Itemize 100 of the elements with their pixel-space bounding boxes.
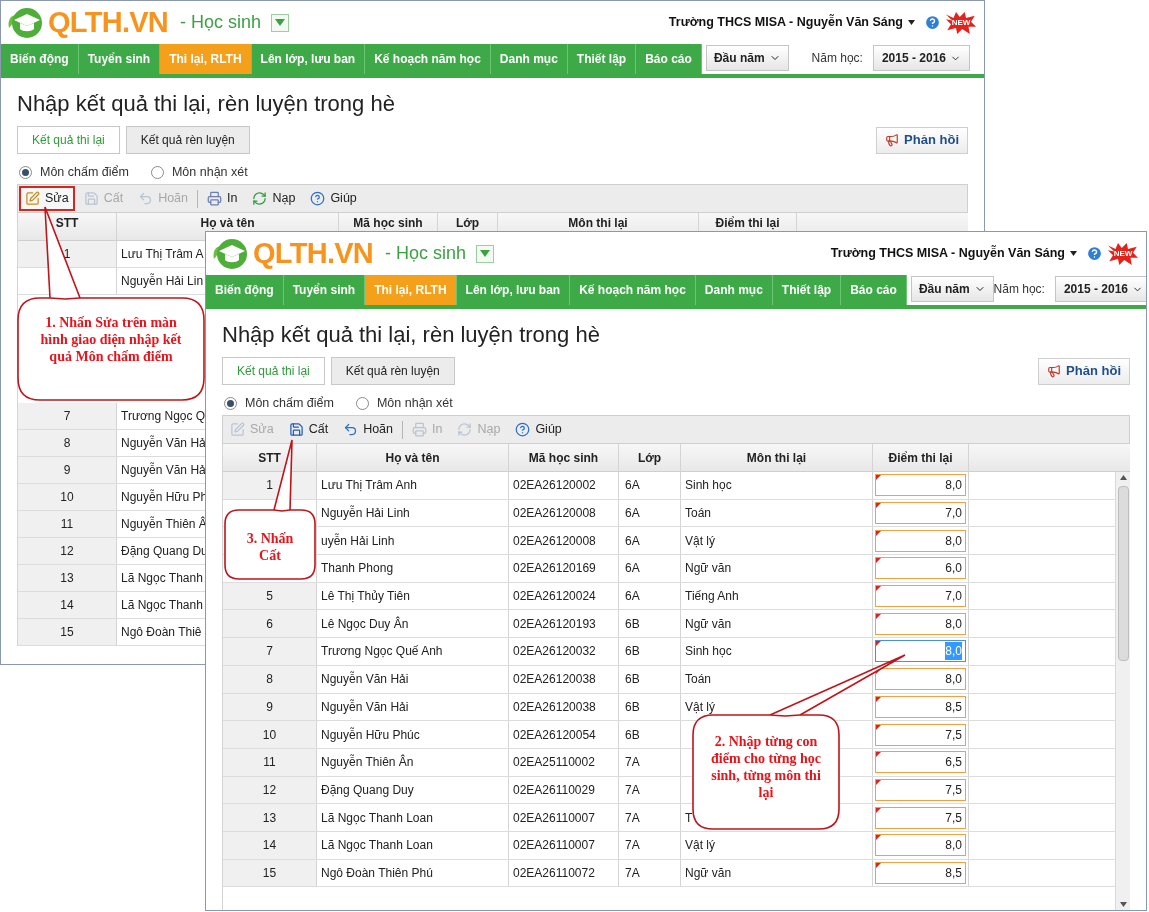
table-cell: 15: [223, 859, 317, 887]
table-cell: Lưu Thị Trâm Anh: [317, 472, 509, 499]
graduation-cap-logo-icon: [6, 5, 44, 40]
feedback-button[interactable]: Phản hồi: [1038, 357, 1130, 385]
column-header: Môn thi lại: [681, 444, 873, 471]
toolbar-button[interactable]: Giúp: [509, 417, 568, 442]
table-cell-text: Lã Ngọc Thanh: [120, 570, 204, 587]
radio-button[interactable]: [150, 165, 164, 179]
triangle-down-icon: [275, 19, 286, 26]
toolbar-button[interactable]: In: [201, 186, 244, 211]
toolbar-button[interactable]: Sửa: [19, 186, 75, 211]
table-cell: 02EA26120169: [509, 555, 619, 582]
table-cell-text: Trương Ngọc Q: [120, 408, 206, 425]
corner-marker-icon: [876, 475, 881, 481]
score-input[interactable]: 8,0: [875, 834, 966, 857]
arrow-down-icon[interactable]: [1119, 902, 1127, 907]
table-cell-text: Lã Ngọc Thanh: [120, 597, 204, 614]
score-input[interactable]: 8,0: [875, 529, 966, 552]
table-cell: Toán: [681, 499, 873, 527]
corner-marker-icon: [876, 503, 881, 509]
score-input[interactable]: 8,5: [875, 695, 966, 718]
help-icon[interactable]: [924, 14, 941, 31]
table-cell-text: Nguyễn Văn Hả: [120, 461, 206, 479]
refresh-icon: [252, 191, 268, 206]
radio-button[interactable]: [355, 396, 369, 410]
user-menu[interactable]: Trường THCS MISA - Nguyễn Văn Sáng: [668, 13, 903, 32]
score-input[interactable]: 7,5: [875, 723, 966, 746]
table-cell: 5: [223, 582, 317, 610]
table-cell: Trương Ngọc Quế Anh: [317, 638, 509, 665]
role-dropdown-button[interactable]: [476, 244, 495, 263]
table-cell: 7A: [619, 776, 681, 804]
callout-text: 3. Nhấn Cất: [245, 530, 295, 564]
tab[interactable]: Kết quả rèn luyện: [125, 126, 250, 154]
radio-button[interactable]: [19, 165, 32, 179]
table-cell: 02EA26120008: [509, 499, 619, 527]
table-cell: 02EA26120054: [509, 721, 619, 748]
help-icon: [515, 422, 531, 437]
table-cell: 6A: [619, 555, 681, 582]
tab[interactable]: Kết quả thi lại: [17, 126, 120, 154]
table-cell: Nguyễn Văn Hải: [317, 693, 509, 721]
radio-label: Môn nhận xét: [376, 394, 453, 412]
toolbar-button[interactable]: Cất: [282, 417, 335, 442]
period-dropdown[interactable]: Đầu năm: [705, 45, 789, 71]
help-icon[interactable]: [1086, 245, 1103, 262]
column-header: Điểm thi lại: [873, 444, 969, 471]
table-cell: 7A: [619, 859, 681, 887]
school-year-select[interactable]: 2015 - 2016: [1054, 276, 1146, 302]
user-menu[interactable]: Trường THCS MISA - Nguyễn Văn Sáng: [830, 244, 1065, 263]
table-cell: Tiếng Anh: [681, 582, 873, 610]
radio-button[interactable]: [224, 396, 237, 410]
caret-icon: [908, 20, 915, 25]
table-cell: 12: [18, 538, 117, 564]
period-dropdown[interactable]: Đầu năm: [910, 276, 994, 302]
role-dropdown-button[interactable]: [271, 13, 290, 32]
table-cell: Lã Ngọc Thanh Loan: [317, 831, 509, 859]
table-cell: 02EA26120024: [509, 582, 619, 610]
page-title: Nhập kết quả thi lại, rèn luyện trong hè: [222, 321, 601, 349]
score-input[interactable]: 8,5: [875, 861, 966, 884]
pencil-icon: [25, 191, 40, 206]
corner-marker-icon: [876, 530, 881, 536]
school-year-label: Năm học:: [811, 50, 863, 67]
table-cell: Ngô Đoàn Thiên Phú: [317, 859, 509, 887]
page-title: Nhập kết quả thi lại, rèn luyện trong hè: [17, 90, 396, 118]
score-input[interactable]: 8,0: [875, 474, 966, 497]
score-input[interactable]: 8,0: [875, 612, 966, 635]
score-input[interactable]: 7,5: [875, 778, 966, 801]
table-cell: 02EA26120038: [509, 665, 619, 693]
toolbar-button[interactable]: Nạp: [246, 186, 302, 211]
column-header: Lớp: [619, 444, 681, 471]
table-cell: 8: [223, 665, 317, 693]
callout-text: 1. Nhấn Sửa trên màn hình giao diện nhập kết quả Môn chấm điểm: [39, 314, 183, 365]
table-cell: Lã Ngọc Thanh Loan: [317, 804, 509, 831]
table-cell-text: Nguyễn Hải Lin: [120, 272, 205, 290]
score-input[interactable]: 8,0: [875, 668, 966, 691]
table-cell: 7: [223, 638, 317, 665]
arrow-up-icon[interactable]: [1119, 475, 1127, 480]
table-cell: 14: [223, 831, 317, 859]
table-cell: 11: [18, 511, 117, 537]
toolbar-button[interactable]: Hoãn: [337, 417, 399, 442]
radio-label: Môn chấm điểm: [245, 394, 334, 412]
score-input[interactable]: 7,0: [875, 585, 966, 608]
scrollbar[interactable]: [1115, 472, 1130, 910]
table-cell: 7A: [619, 831, 681, 859]
score-input[interactable]: 7,0: [875, 502, 966, 525]
table-cell: 6B: [619, 693, 681, 721]
table-cell: Lê Ngọc Duy Ân: [317, 610, 509, 638]
toolbar-button[interactable]: Giúp: [304, 186, 363, 211]
table-cell: 14: [18, 592, 117, 618]
score-input[interactable]: 6,5: [875, 751, 966, 774]
tab[interactable]: Kết quả thi lại: [222, 357, 325, 385]
score-input[interactable]: 7,5: [875, 806, 966, 829]
score-input[interactable]: 6,0: [875, 557, 966, 580]
callout-text: 2. Nhập từng con điểm cho từng học sinh, từng môn thi lại: [710, 733, 822, 801]
table-cell: 7: [18, 403, 117, 429]
feedback-button[interactable]: Phản hồi: [876, 126, 968, 154]
table-cell-text: Nguyễn Văn Hả: [120, 434, 206, 452]
tab[interactable]: Kết quả rèn luyện: [330, 357, 455, 385]
table-cell: 02EA26120038: [509, 693, 619, 721]
app-logo-text: QLTH.VN: [253, 239, 374, 268]
school-year-select[interactable]: 2015 - 2016: [872, 45, 970, 71]
